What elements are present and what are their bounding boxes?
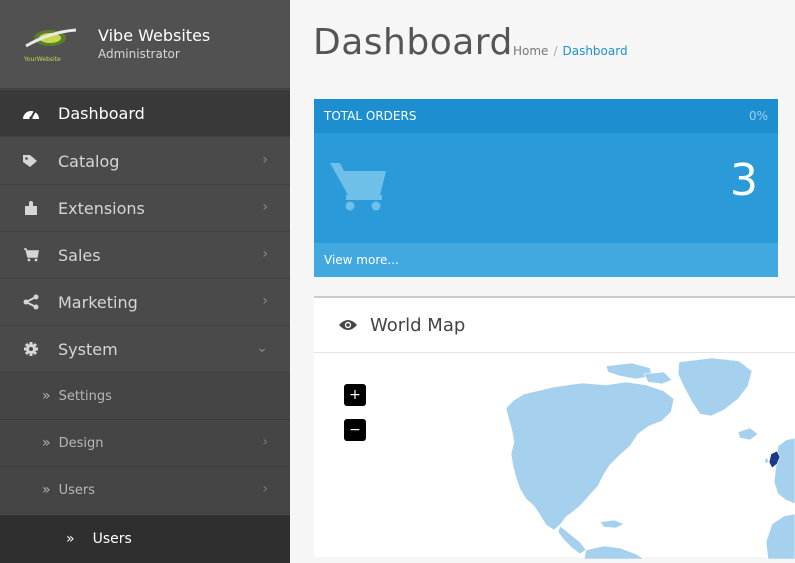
tile-header: TOTAL ORDERS 0% [314,99,778,133]
page-title: Dashboard [313,22,513,63]
sidebar-item-label: Marketing [58,292,138,312]
double-chevron-icon: » [42,435,51,451]
tile-heading: TOTAL ORDERS [324,109,417,123]
tile-body: 3 [314,133,778,243]
brand-name: Vibe Websites [98,26,211,45]
map-iceland[interactable] [737,427,759,441]
sidebar-item-dashboard[interactable]: Dashboard [0,90,290,137]
eye-icon [338,318,358,332]
breadcrumb-current[interactable]: Dashboard [562,44,627,58]
map-south-america[interactable] [583,545,645,559]
sidebar-subsubitem-users[interactable]: » Users [0,515,290,563]
sidebar-subitem-design[interactable]: » Design › [0,420,290,467]
breadcrumb-separator: / [553,44,558,58]
brand-logo[interactable]: YourWebsite [20,24,82,64]
breadcrumb-home[interactable]: Home [513,44,548,58]
logo-text: YourWebsite [23,56,61,63]
sidebar-subitem-label: Settings [58,388,112,404]
double-chevron-icon: » [42,482,51,498]
sidebar-subsubitem-label: Users [92,531,132,547]
cart-icon [22,246,40,264]
map-north-america[interactable] [505,381,675,531]
sidebar-item-extensions[interactable]: Extensions › [0,185,290,232]
view-more-link[interactable]: View more... [314,243,778,277]
total-orders-tile: TOTAL ORDERS 0% 3 View more... [314,99,778,277]
double-chevron-icon: » [66,531,75,547]
zoom-out-button[interactable]: − [344,419,366,441]
sidebar-item-label: Sales [58,245,101,265]
sidebar: YourWebsite Vibe Websites Administrator … [0,0,290,563]
zoom-in-button[interactable]: + [344,384,366,406]
map-arctic-islands[interactable] [643,371,673,385]
shopping-cart-icon [328,157,390,217]
tags-icon [22,152,40,170]
chevron-right-icon: › [262,152,268,168]
sidebar-item-label: System [58,339,118,359]
panel-heading: World Map [314,298,795,353]
chevron-down-icon: ⌄ [256,340,268,356]
map-greenland[interactable] [677,357,753,417]
sidebar-item-system[interactable]: System ⌄ [0,326,290,373]
sidebar-item-label: Extensions [58,198,145,218]
sidebar-subitem-label: Design [58,435,104,451]
map-europe[interactable] [773,437,795,505]
share-icon [22,293,40,311]
map-ireland[interactable] [764,457,769,464]
map-africa[interactable] [765,513,795,559]
sidebar-subitem-label: Users [58,482,95,498]
panel-title: World Map [370,314,466,336]
chevron-right-icon: › [262,434,268,450]
breadcrumb: Home / Dashboard [513,44,628,58]
brand-header: YourWebsite Vibe Websites Administrator [0,0,290,89]
chevron-right-icon: › [262,199,268,215]
world-map[interactable] [314,354,795,559]
brand-role: Administrator [98,47,180,61]
sidebar-item-sales[interactable]: Sales › [0,232,290,279]
sidebar-subitem-settings[interactable]: » Settings [0,373,290,420]
puzzle-icon [22,199,40,217]
sidebar-subitem-users[interactable]: » Users › [0,467,290,514]
chevron-right-icon: › [262,246,268,262]
chevron-right-icon: › [262,293,268,309]
chevron-right-icon: › [262,481,268,497]
view-more-label[interactable]: View more... [324,253,399,267]
sidebar-item-label: Catalog [58,151,120,171]
cog-icon [22,340,40,358]
map-central-america[interactable] [557,525,587,555]
sidebar-item-catalog[interactable]: Catalog › [0,138,290,185]
world-map-panel: World Map + − [314,296,795,559]
sidebar-item-marketing[interactable]: Marketing › [0,279,290,326]
sidebar-item-label: Dashboard [58,103,145,123]
double-chevron-icon: » [42,388,51,404]
map-caribbean[interactable] [599,519,625,529]
tile-value: 3 [730,155,758,206]
tile-percent: 0% [748,109,768,123]
dashboard-icon [22,104,40,122]
